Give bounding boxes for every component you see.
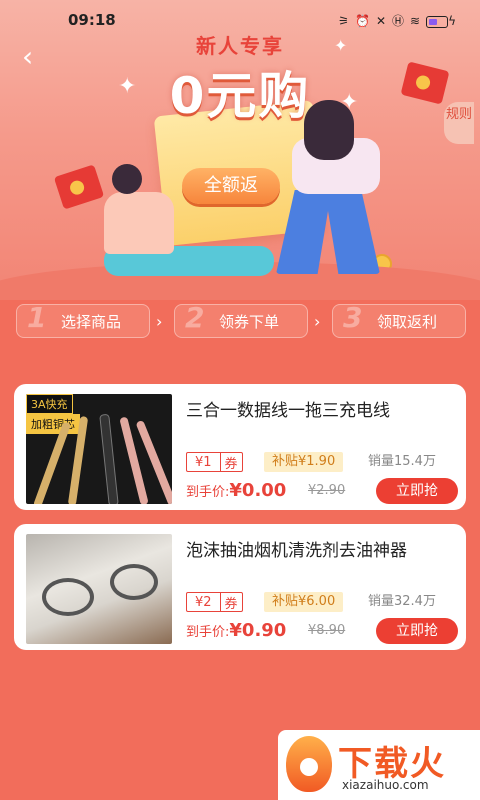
coupon-amount: ¥2 (195, 594, 212, 610)
final-price-value: ¥0.00 (229, 480, 287, 501)
step-claim-rebate: 3 领取返利 (332, 301, 466, 338)
product-image (26, 534, 172, 644)
product-title[interactable]: 泡沫抽油烟机清洗剂去油神器 (186, 536, 407, 561)
vibrate-icon: ⚞ (338, 14, 355, 28)
banner-subtitle: 新人专享 (196, 34, 284, 58)
subsidy-badge: 补贴¥1.90 (264, 452, 344, 472)
hd-icon: Ⓗ (392, 14, 411, 28)
final-price-label: 到手价: (186, 625, 230, 640)
signal-icon: ✕ (375, 14, 392, 28)
image-tag: 加粗铜芯 (26, 414, 80, 434)
coupon-badge: ¥2 券 (186, 592, 243, 612)
coupon-suffix: 券 (219, 452, 242, 472)
status-icons: ⚞⏰✕Ⓗ≋ ϟ (338, 12, 462, 29)
buy-now-button[interactable]: 立即抢 (376, 478, 458, 504)
coupon-amount: ¥1 (195, 454, 212, 470)
sales-count: 销量15.4万 (368, 454, 436, 469)
step-label: 领取返利 (377, 313, 438, 331)
product-card[interactable]: 3A快充 加粗铜芯 三合一数据线一拖三充电线 ¥1 券 补贴¥1.90 销量15… (14, 384, 466, 510)
chevron-right-icon: › (314, 312, 321, 331)
wifi-icon: ≋ (410, 14, 427, 28)
product-card[interactable]: 泡沫抽油烟机清洗剂去油神器 ¥2 券 补贴¥6.00 销量32.4万 到手价:¥… (14, 524, 466, 650)
banner-title: 0元购 (169, 67, 311, 125)
alarm-icon: ⏰ (354, 14, 376, 28)
buy-now-button[interactable]: 立即抢 (376, 618, 458, 644)
stove-burner-graphic (110, 564, 158, 600)
product-title[interactable]: 三合一数据线一拖三充电线 (186, 396, 390, 421)
battery-icon (426, 15, 449, 28)
subsidy-badge: 补贴¥6.00 (264, 592, 344, 612)
product-image: 3A快充 加粗铜芯 (26, 394, 172, 504)
coupon-badge: ¥1 券 (186, 452, 243, 472)
flame-logo-icon (286, 736, 332, 792)
original-price: ¥2.90 (308, 483, 346, 498)
step-label: 领券下单 (219, 313, 280, 331)
stove-burner-graphic (42, 578, 94, 616)
watermark-url: xiazaihuo.com (342, 778, 429, 792)
original-price: ¥8.90 (308, 623, 346, 638)
chevron-right-icon: › (156, 312, 163, 331)
step-number: 1 (27, 301, 47, 334)
final-price-label: 到手价: (186, 485, 230, 500)
person-sitting-body (104, 192, 174, 254)
watermark: 下载火 xiazaihuo.com (278, 730, 480, 800)
final-price: 到手价:¥0.90 (186, 620, 286, 641)
full-refund-badge: 全额返 (182, 168, 280, 204)
person-sitting-head (112, 164, 142, 194)
step-number: 2 (185, 301, 205, 334)
cable-graphic (99, 413, 119, 504)
red-envelope-icon (53, 164, 105, 210)
final-price: 到手价:¥0.00 (186, 480, 286, 501)
step-label: 选择商品 (61, 313, 122, 331)
image-tag: 3A快充 (26, 394, 73, 414)
rules-button[interactable]: 规则 (444, 102, 474, 144)
sales-count: 销量32.4万 (368, 594, 436, 609)
charging-icon: ϟ (448, 14, 462, 28)
status-time: 09:18 (68, 11, 116, 29)
step-get-coupon: 2 领券下单 (174, 301, 308, 338)
step-select-product: 1 选择商品 (16, 301, 150, 338)
step-number: 3 (343, 301, 363, 334)
coupon-suffix: 券 (219, 592, 242, 612)
final-price-value: ¥0.90 (229, 620, 287, 641)
